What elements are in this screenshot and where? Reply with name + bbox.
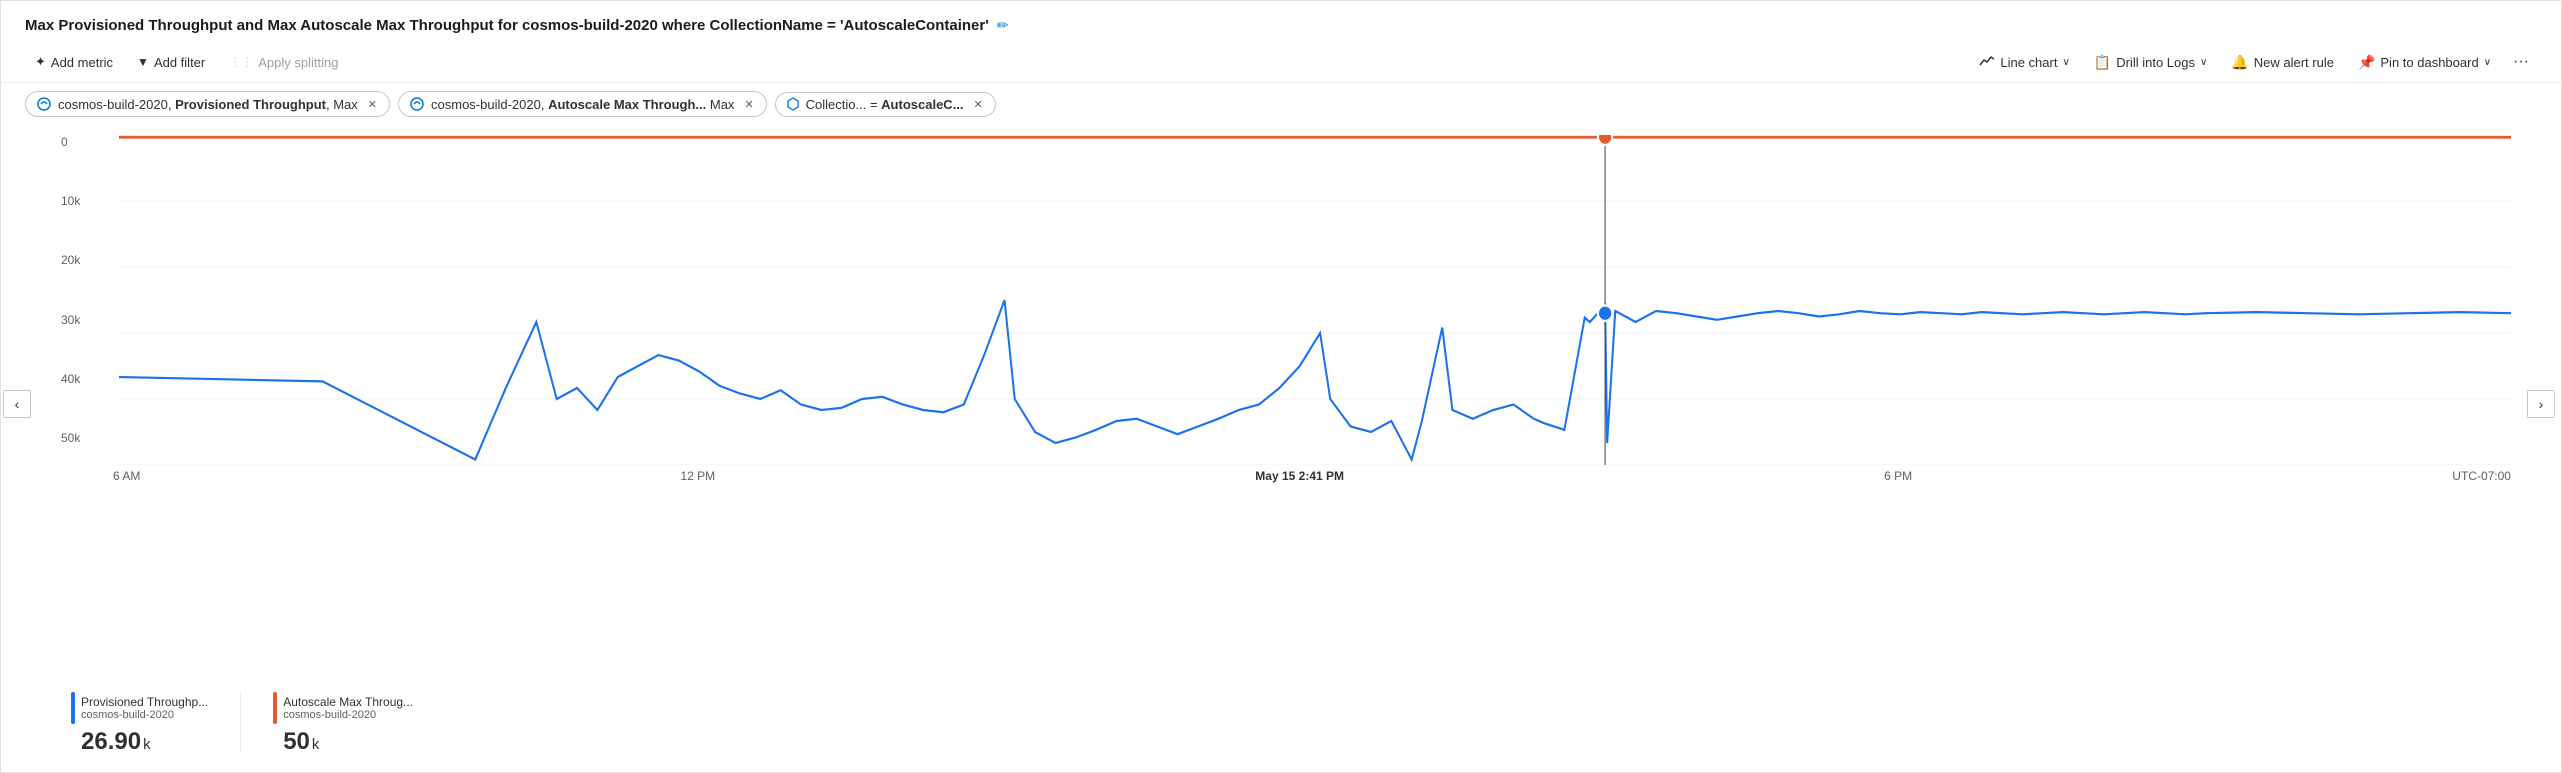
pin-chevron: ∨	[2484, 57, 2491, 68]
y-label-40k: 40k	[61, 372, 103, 386]
y-label-10k: 10k	[61, 194, 103, 208]
apply-splitting-icon: ⋮⋮	[229, 55, 253, 69]
legend-autoscale-title: Autoscale Max Throug...	[283, 695, 413, 709]
legend-separator	[240, 692, 241, 752]
chip-provisioned-icon	[36, 96, 52, 112]
chart-nav-right[interactable]: ›	[2527, 390, 2555, 418]
drill-logs-label: Drill into Logs	[2116, 55, 2195, 70]
add-filter-button[interactable]: ▼ Add filter	[127, 50, 215, 75]
toolbar-right: Line chart ∨ 📋 Drill into Logs ∨ 🔔 New a…	[1969, 48, 2537, 76]
add-filter-icon: ▼	[137, 55, 149, 69]
more-options-button[interactable]: ···	[2505, 48, 2537, 76]
chip-autoscale-icon	[409, 96, 425, 112]
chip-autoscale-close[interactable]: ✕	[744, 98, 753, 111]
add-metric-icon: ✦	[35, 54, 46, 70]
page-title: Max Provisioned Throughput and Max Autos…	[25, 17, 989, 34]
x-label-tooltip: May 15 2:41 PM	[1255, 469, 1344, 483]
y-label-0: 0	[61, 135, 103, 149]
legend-provisioned-value: 26.90	[81, 728, 141, 756]
chip-collection: Collectio... = AutoscaleC... ✕	[775, 92, 996, 117]
edit-title-icon[interactable]: ✏	[997, 17, 1009, 34]
chip-collection-label: Collectio... = AutoscaleC...	[806, 97, 964, 112]
title-bar: Max Provisioned Throughput and Max Autos…	[1, 1, 2561, 42]
chip-autoscale: cosmos-build-2020, Autoscale Max Through…	[398, 91, 767, 117]
chip-provisioned: cosmos-build-2020, Provisioned Throughpu…	[25, 91, 390, 117]
blue-line	[119, 300, 2511, 460]
x-label-utc: UTC-07:00	[2452, 469, 2511, 483]
legend-autoscale-color	[273, 692, 277, 724]
chart-nav-left[interactable]: ‹	[3, 390, 31, 418]
y-label-20k: 20k	[61, 253, 103, 267]
add-metric-label: Add metric	[51, 55, 113, 70]
legend-autoscale-unit: k	[312, 736, 320, 753]
pin-icon: 📌	[2358, 54, 2375, 71]
metrics-chart-container: Max Provisioned Throughput and Max Autos…	[0, 0, 2562, 773]
chip-autoscale-label: cosmos-build-2020, Autoscale Max Through…	[431, 97, 734, 112]
alert-rule-icon: 🔔	[2231, 54, 2248, 71]
x-label-6am: 6 AM	[113, 469, 140, 483]
legend-autoscale-value: 50	[283, 728, 310, 756]
drill-logs-chevron: ∨	[2200, 57, 2207, 68]
drill-into-logs-button[interactable]: 📋 Drill into Logs ∨	[2084, 49, 2218, 76]
line-chart-icon	[1979, 54, 1995, 71]
line-chart-chevron: ∨	[2062, 57, 2069, 68]
x-label-6pm: 6 PM	[1884, 469, 1912, 483]
add-metric-button[interactable]: ✦ Add metric	[25, 49, 123, 75]
y-label-30k: 30k	[61, 313, 103, 327]
legend-area: Provisioned Throughp... cosmos-build-202…	[1, 682, 2561, 772]
x-axis: 6 AM 12 PM May 15 2:41 PM 6 PM UTC-07:00	[1, 465, 2561, 483]
alert-rule-label: New alert rule	[2254, 55, 2334, 70]
toolbar: ✦ Add metric ▼ Add filter ⋮⋮ Apply split…	[1, 42, 2561, 83]
legend-provisioned: Provisioned Throughp... cosmos-build-202…	[71, 692, 208, 756]
chart-plot-area	[119, 135, 2511, 465]
chart-svg	[119, 135, 2511, 465]
y-label-50k: 50k	[61, 431, 103, 445]
pin-label: Pin to dashboard	[2380, 55, 2478, 70]
line-chart-label: Line chart	[2000, 55, 2057, 70]
legend-provisioned-subtitle: cosmos-build-2020	[81, 709, 208, 721]
filter-bar: cosmos-build-2020, Provisioned Throughpu…	[1, 83, 2561, 125]
legend-provisioned-title: Provisioned Throughp...	[81, 695, 208, 709]
chip-collection-icon	[786, 97, 800, 111]
legend-provisioned-color	[71, 692, 75, 724]
legend-provisioned-unit: k	[143, 736, 151, 753]
legend-autoscale-subtitle: cosmos-build-2020	[283, 709, 413, 721]
chip-provisioned-close[interactable]: ✕	[368, 98, 377, 111]
legend-autoscale: Autoscale Max Throug... cosmos-build-202…	[273, 692, 413, 756]
x-label-12pm: 12 PM	[680, 469, 715, 483]
pin-to-dashboard-button[interactable]: 📌 Pin to dashboard ∨	[2348, 49, 2501, 76]
apply-splitting-button: ⋮⋮ Apply splitting	[219, 50, 348, 75]
toolbar-left: ✦ Add metric ▼ Add filter ⋮⋮ Apply split…	[25, 49, 348, 75]
chip-provisioned-label: cosmos-build-2020, Provisioned Throughpu…	[58, 97, 358, 112]
new-alert-rule-button[interactable]: 🔔 New alert rule	[2221, 49, 2344, 76]
drill-logs-icon: 📋	[2094, 54, 2111, 71]
y-axis: 50k 40k 30k 20k 10k 0	[61, 135, 111, 465]
line-chart-button[interactable]: Line chart ∨	[1969, 49, 2079, 76]
apply-splitting-label: Apply splitting	[258, 55, 338, 70]
chip-collection-close[interactable]: ✕	[974, 98, 983, 111]
add-filter-label: Add filter	[154, 55, 205, 70]
